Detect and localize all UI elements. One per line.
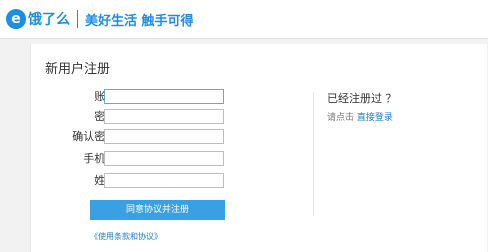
agree-and-register-button[interactable]: 同意协议并注册 bbox=[90, 200, 225, 220]
logo-text: 饿了么 bbox=[28, 12, 70, 28]
page-title: 新用户注册 bbox=[45, 62, 111, 77]
registration-panel: 新用户注册 账号: 密码: 确认密码: 手机号: 姓名: 同意协议并注册 《使用… bbox=[30, 44, 487, 252]
site-logo[interactable]: e 饿了么 美好生活 触手可得 bbox=[6, 8, 194, 30]
password-input[interactable] bbox=[104, 109, 224, 124]
direct-login-link[interactable]: 直接登录 bbox=[357, 113, 393, 123]
account-input[interactable] bbox=[104, 89, 224, 104]
terms-link[interactable]: 《使用条款和协议》 bbox=[90, 231, 162, 242]
logo-slogan: 美好生活 触手可得 bbox=[85, 13, 194, 29]
logo-e-icon: e bbox=[6, 9, 26, 29]
name-input[interactable] bbox=[104, 173, 224, 188]
already-registered-text: 已经注册过 ？ bbox=[327, 92, 397, 105]
logo-divider bbox=[77, 10, 78, 28]
phone-input[interactable] bbox=[104, 151, 224, 166]
site-header: e 饿了么 美好生活 触手可得 bbox=[0, 0, 488, 39]
login-hint-prefix: 请点击 bbox=[327, 113, 355, 123]
login-hint: 请点击 直接登录 bbox=[327, 110, 393, 123]
vertical-divider bbox=[313, 92, 314, 216]
confirm-password-input[interactable] bbox=[104, 129, 224, 144]
